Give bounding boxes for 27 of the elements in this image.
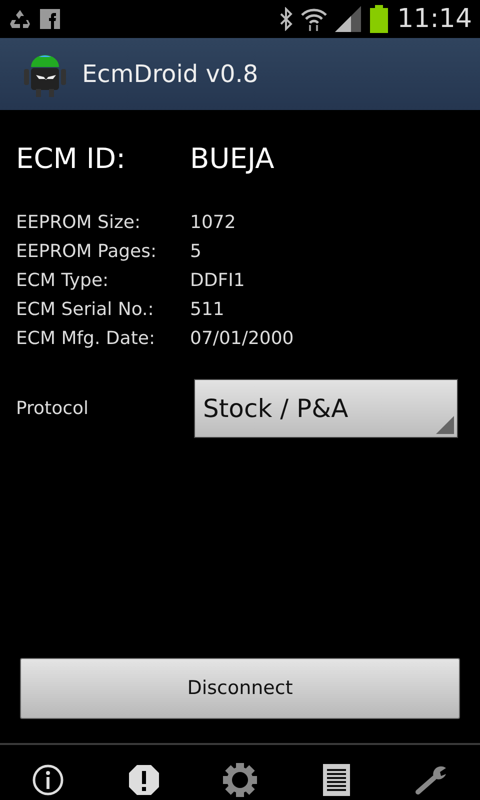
wifi-icon xyxy=(301,7,328,31)
detail-value: 1072 xyxy=(190,212,236,233)
ecm-id-value: BUEJA xyxy=(190,142,274,175)
detail-label: ECM Serial No.: xyxy=(16,298,155,322)
protocol-label: Protocol xyxy=(16,397,90,421)
corner-triangle-icon xyxy=(436,416,454,434)
detail-value: 511 xyxy=(190,299,224,320)
clock-time: 11:14 xyxy=(397,6,472,32)
recycle-icon xyxy=(8,8,32,30)
battery-icon xyxy=(369,5,390,33)
facebook-icon xyxy=(40,9,60,29)
detail-value: DDFI1 xyxy=(190,270,245,291)
protocol-dropdown[interactable]: Stock / P&A xyxy=(194,379,458,438)
bluetooth-icon xyxy=(279,7,294,31)
detail-label: EEPROM Size: xyxy=(16,211,142,235)
signal-icon xyxy=(335,6,362,32)
settings-icon[interactable] xyxy=(222,762,258,798)
disconnect-button[interactable]: Disconnect xyxy=(20,658,460,719)
alert-icon[interactable] xyxy=(126,762,162,798)
detail-value: 5 xyxy=(190,241,202,262)
detail-label: EEPROM Pages: xyxy=(16,240,158,264)
detail-label: ECM Type: xyxy=(16,269,110,293)
info-icon[interactable] xyxy=(30,762,66,798)
ecm-id-label: ECM ID: xyxy=(16,141,127,177)
detail-value: 07/01/2000 xyxy=(190,328,294,349)
app-title: EcmDroid v0.8 xyxy=(82,59,258,90)
detail-label: ECM Mfg. Date: xyxy=(16,327,156,351)
